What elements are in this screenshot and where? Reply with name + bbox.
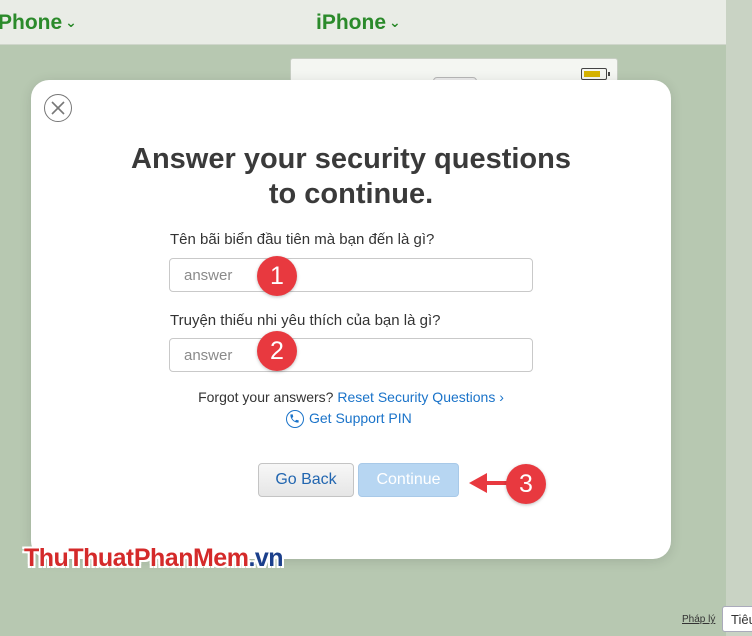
brand-menu-center[interactable]: iPhone ⌄	[316, 11, 401, 35]
support-pin-label: Get Support PIN	[309, 410, 412, 426]
title-line-2: to continue.	[268, 178, 434, 210]
answer-1-input[interactable]	[169, 258, 533, 292]
battery-icon	[581, 68, 610, 80]
footer-legal-link[interactable]: Pháp lý	[682, 614, 715, 625]
security-questions-modal: Answer your security questions to contin…	[31, 80, 671, 559]
forgot-answers-row: Forgot your answers? Reset Security Ques…	[31, 389, 671, 405]
question-1-label: Tên bãi biển đầu tiên mà bạn đến là gì?	[170, 231, 435, 248]
go-back-button[interactable]: Go Back	[258, 463, 354, 497]
phone-icon	[286, 410, 304, 428]
step-badge-2: 2	[257, 331, 297, 371]
background-topbar: Phone ⌄ iPhone ⌄	[0, 0, 752, 45]
title-line-1: Answer your security questions	[131, 143, 571, 175]
step-badge-1: 1	[257, 256, 297, 296]
continue-button[interactable]: Continue	[358, 463, 459, 497]
answer-2-input[interactable]	[169, 338, 533, 372]
right-panel	[726, 0, 752, 636]
footer-button[interactable]: Tiêu	[722, 606, 752, 632]
brand-menu-left[interactable]: Phone ⌄	[0, 11, 77, 35]
question-2-label: Truyện thiếu nhi yêu thích của bạn là gì…	[170, 312, 441, 329]
arrow-left-icon	[469, 473, 511, 493]
step-badge-3: 3	[506, 464, 546, 504]
watermark-logo: ThuThuatPhanMem.vn	[24, 544, 284, 572]
chevron-down-icon: ⌄	[389, 14, 401, 30]
brand-center-label: iPhone	[316, 11, 387, 34]
get-support-pin-link[interactable]: Get Support PIN	[286, 410, 412, 428]
close-icon	[51, 101, 65, 115]
forgot-text: Forgot your answers?	[198, 389, 334, 405]
chevron-right-icon: ›	[499, 389, 504, 405]
reset-security-questions-link[interactable]: Reset Security Questions ›	[337, 389, 504, 405]
brand-left-label: Phone	[0, 11, 63, 34]
chevron-down-icon: ⌄	[65, 14, 77, 30]
page-title: Answer your security questions to contin…	[31, 142, 671, 212]
close-button[interactable]	[44, 94, 72, 122]
